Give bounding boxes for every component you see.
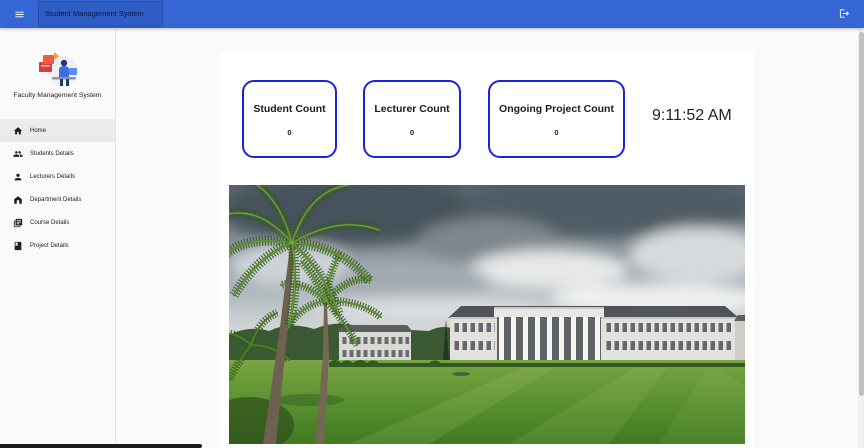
banner-photo	[229, 185, 745, 444]
sidebar-item-projects[interactable]: Project Details	[0, 234, 115, 257]
top-app-bar: Student Management System	[0, 0, 864, 28]
card-value: 0	[409, 128, 415, 137]
building-icon	[12, 194, 23, 205]
logout-icon	[839, 8, 850, 19]
sidebar-item-label: Students Details	[30, 150, 74, 157]
lecturer-count-card: Lecturer Count 0	[363, 80, 461, 158]
vertical-scrollbar[interactable]	[858, 28, 864, 448]
faculty-logo	[36, 48, 82, 90]
sidebar-nav: Home Students Details Lecturers Details …	[0, 119, 115, 257]
logout-button[interactable]	[837, 6, 852, 21]
app-title: Student Management System	[38, 1, 163, 27]
sidebar-item-lecturers[interactable]: Lecturers Details	[0, 165, 115, 188]
card-value: 0	[287, 128, 292, 137]
card-title: Student Count	[253, 103, 326, 115]
menu-button[interactable]	[12, 7, 27, 21]
card-title: Ongoing Project Count	[499, 103, 614, 115]
sidebar: Faculty Management System Home Students …	[0, 28, 116, 448]
campus-banner-image	[229, 185, 745, 444]
menu-icon	[14, 9, 25, 20]
home-icon	[12, 125, 23, 136]
dashboard-card: Student Count 0 Lecturer Count 0 Ongoing…	[220, 52, 754, 448]
brand-name: Faculty Management System	[13, 92, 102, 99]
lawn	[229, 360, 745, 444]
horizontal-scrollbar[interactable]	[0, 444, 202, 448]
sidebar-item-home[interactable]: Home	[0, 119, 115, 142]
sidebar-item-label: Department Details	[30, 196, 82, 203]
book-icon	[12, 240, 23, 251]
sidebar-item-label: Course Details	[30, 219, 70, 226]
sidebar-item-departments[interactable]: Department Details	[0, 188, 115, 211]
card-title: Lecturer Count	[374, 103, 450, 115]
clock: 9:11:52 AM	[652, 107, 732, 124]
sidebar-item-label: Home	[30, 127, 47, 134]
main-content: Student Count 0 Lecturer Count 0 Ongoing…	[116, 28, 858, 448]
student-count-card: Student Count 0	[242, 80, 337, 158]
card-value: 0	[554, 128, 559, 137]
people-icon	[12, 148, 23, 159]
person-icon	[12, 171, 23, 182]
ongoing-project-count-card: Ongoing Project Count 0	[488, 80, 625, 158]
sidebar-item-label: Project Details	[30, 242, 69, 249]
scrollbar-thumb[interactable]	[858, 32, 864, 396]
sidebar-item-label: Lecturers Details	[30, 173, 76, 180]
library-books-icon	[12, 217, 23, 228]
sidebar-item-courses[interactable]: Course Details	[0, 211, 115, 234]
sidebar-item-students[interactable]: Students Details	[0, 142, 115, 165]
